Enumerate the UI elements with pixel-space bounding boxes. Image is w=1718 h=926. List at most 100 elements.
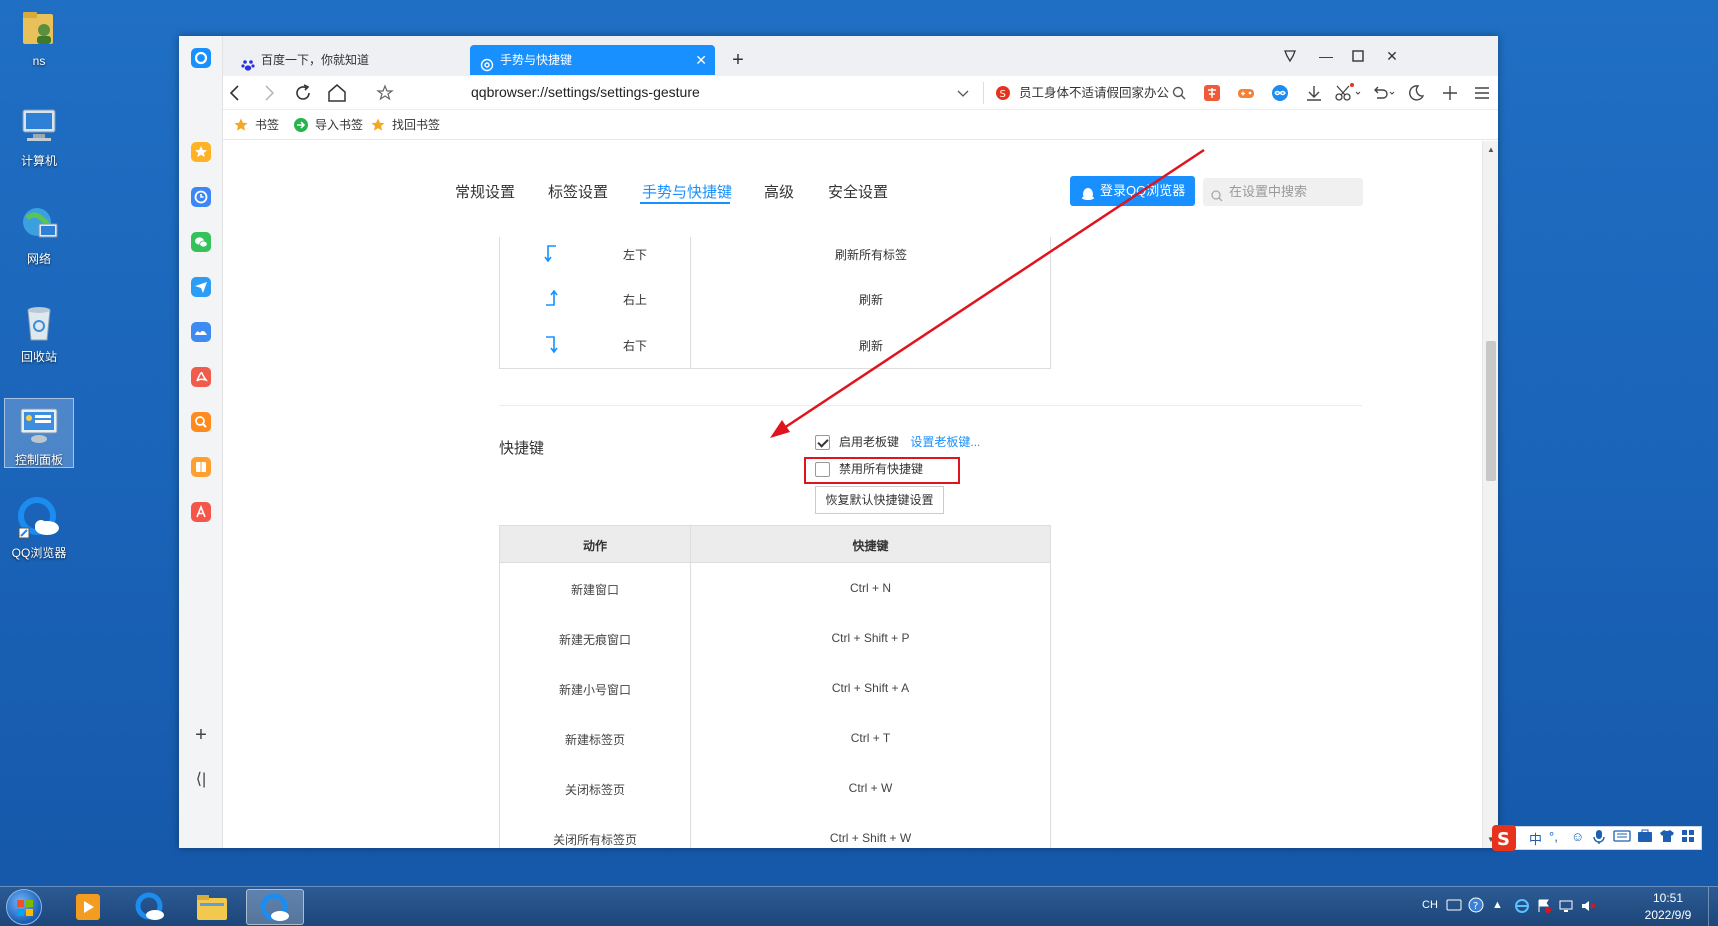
reader-book-icon[interactable]	[191, 457, 211, 477]
tab-advanced[interactable]: 高级	[764, 181, 794, 202]
tab-tab-settings[interactable]: 标签设置	[548, 181, 608, 202]
network-tray-icon[interactable]	[1558, 898, 1574, 917]
shortcut-key[interactable]: Ctrl + W	[691, 781, 1050, 795]
history-clock-icon[interactable]	[191, 187, 211, 207]
forward-arrow-icon[interactable]	[257, 81, 281, 105]
file-transfer-icon[interactable]	[191, 277, 211, 297]
close-window-icon[interactable]: ✕	[1377, 44, 1407, 68]
minimize-icon[interactable]: —	[1311, 44, 1341, 68]
boss-key-checkbox[interactable]	[815, 435, 830, 450]
show-desktop-button[interactable]	[1708, 887, 1718, 926]
menu-hamburger-icon[interactable]	[1471, 82, 1493, 104]
set-boss-key-link[interactable]: 设置老板键...	[910, 435, 980, 449]
add-plus-icon[interactable]	[1439, 82, 1461, 104]
toolbox-icon[interactable]	[1637, 829, 1653, 846]
tab-general-settings[interactable]: 常规设置	[455, 181, 515, 202]
add-app-plus-icon[interactable]: +	[192, 725, 210, 745]
game-controller-icon[interactable]	[1235, 82, 1257, 104]
ime-punctuation[interactable]: °,	[1549, 829, 1558, 844]
vertical-scrollbar[interactable]: ▲ ▼	[1482, 141, 1498, 848]
download-icon[interactable]	[1303, 82, 1325, 104]
start-button-windows-icon[interactable]	[6, 889, 42, 925]
login-qq-browser-button[interactable]: 登录QQ浏览器	[1070, 176, 1195, 206]
qq-browser-logo-icon[interactable]	[191, 48, 211, 68]
recycle-bin-icon	[17, 300, 61, 344]
search-tool-icon[interactable]	[191, 412, 211, 432]
boss-key-option[interactable]: 启用老板键 设置老板键...	[815, 432, 980, 452]
ime-mode-chinese[interactable]: 中	[1529, 829, 1542, 848]
grid-menu-icon[interactable]	[1681, 829, 1695, 846]
shortcut-key[interactable]: Ctrl + Shift + P	[691, 631, 1050, 645]
microphone-icon[interactable]	[1593, 829, 1605, 848]
volume-muted-icon[interactable]	[1580, 898, 1596, 917]
back-arrow-icon[interactable]	[223, 81, 247, 105]
desktop-icon-network[interactable]: 网络	[4, 202, 74, 267]
help-tray-icon[interactable]: ?	[1468, 897, 1484, 916]
table-row[interactable]: 新建标签页 Ctrl + T	[500, 731, 1050, 751]
skin-shirt-icon[interactable]	[1659, 829, 1675, 846]
screenshot-scissors-icon[interactable]	[1333, 82, 1363, 104]
table-row[interactable]: 新建窗口 Ctrl + N	[500, 581, 1050, 601]
flag-tray-icon[interactable]	[1536, 898, 1552, 917]
shortcut-key[interactable]: Ctrl + Shift + A	[691, 681, 1050, 695]
table-row[interactable]: 新建无痕窗口 Ctrl + Shift + P	[500, 631, 1050, 651]
sogou-ime-icon[interactable]: S	[1491, 823, 1517, 853]
bookmark-item-recover[interactable]: 找回书签	[370, 116, 440, 134]
bookmark-star-icon[interactable]	[373, 81, 397, 105]
ime-toolbar[interactable]: S 中 °, ☺	[1492, 825, 1702, 851]
tab-gesture-settings[interactable]: 手势与快捷键 ✕	[470, 45, 715, 75]
shortcut-key[interactable]: Ctrl + N	[691, 581, 1050, 595]
home-icon[interactable]	[325, 81, 349, 105]
desktop-icon-qq-browser[interactable]: QQ浏览器	[4, 496, 74, 561]
pdf-icon[interactable]	[191, 367, 211, 387]
keyboard-tray-icon[interactable]	[1446, 899, 1462, 914]
tab-gesture-shortcuts[interactable]: 手势与快捷键	[642, 181, 732, 202]
network-globe-icon	[17, 202, 61, 246]
table-row[interactable]: 关闭所有标签页 Ctrl + Shift + W	[500, 831, 1050, 848]
system-clock[interactable]: 10:51 2022/9/9	[1628, 890, 1708, 924]
cloud-drive-icon[interactable]	[191, 322, 211, 342]
show-hidden-icons-chevron-icon[interactable]: ▲	[1492, 899, 1503, 911]
refresh-icon[interactable]	[291, 81, 315, 105]
shortcut-key[interactable]: Ctrl + Shift + W	[691, 831, 1050, 845]
close-tab-icon[interactable]: ✕	[695, 45, 707, 75]
qq-browser-taskbar-icon[interactable]	[122, 889, 178, 925]
maximize-icon[interactable]	[1343, 44, 1373, 68]
desktop-icon-recycle-bin[interactable]: 回收站	[4, 300, 74, 365]
bookmark-item-bookmarks[interactable]: 书签	[233, 116, 279, 134]
undo-close-icon[interactable]	[1369, 82, 1399, 104]
scrollbar-thumb[interactable]	[1486, 341, 1496, 481]
collapse-sidebar-icon[interactable]: ⟨|	[192, 771, 210, 789]
bookmark-item-import[interactable]: 导入书签	[293, 116, 363, 134]
desktop-icon-ns[interactable]: ns	[4, 6, 74, 68]
table-row[interactable]: 关闭标签页 Ctrl + W	[500, 781, 1050, 801]
favorites-star-icon[interactable]	[191, 142, 211, 162]
infinity-icon[interactable]	[1269, 82, 1291, 104]
translate-icon[interactable]	[191, 502, 211, 522]
language-indicator[interactable]: CH	[1422, 899, 1438, 911]
settings-search-input[interactable]: 在设置中搜索	[1203, 178, 1363, 206]
media-player-icon[interactable]	[60, 889, 116, 925]
qq-browser-active-taskbar-icon[interactable]	[246, 889, 304, 925]
address-bar-input[interactable]: qqbrowser://settings/settings-gesture	[471, 84, 700, 100]
desktop-icon-computer[interactable]: 计算机	[4, 104, 74, 169]
ie-tray-icon[interactable]	[1514, 898, 1530, 917]
restore-default-shortcuts-button[interactable]: 恢复默认快捷键设置	[815, 486, 944, 514]
emoji-icon[interactable]: ☺	[1571, 829, 1584, 844]
chevron-down-icon[interactable]	[955, 84, 971, 102]
top-search-box[interactable]: S 员工身体不适请假回家办公	[993, 82, 1183, 104]
file-explorer-icon[interactable]	[184, 889, 240, 925]
shortcut-key[interactable]: Ctrl + T	[691, 731, 1050, 745]
new-tab-button[interactable]: +	[723, 45, 753, 75]
wechat-icon[interactable]	[191, 232, 211, 252]
translate-icon[interactable]	[1201, 82, 1223, 104]
night-mode-moon-icon[interactable]	[1405, 82, 1427, 104]
tab-baidu[interactable]: 百度一下，你就知道	[231, 45, 465, 75]
tab-security-settings[interactable]: 安全设置	[828, 181, 888, 202]
scroll-up-arrow-icon[interactable]: ▲	[1487, 145, 1495, 154]
pin-window-icon[interactable]	[1275, 44, 1305, 68]
keyboard-icon[interactable]	[1613, 829, 1631, 846]
search-icon[interactable]	[1168, 82, 1190, 104]
desktop-icon-control-panel[interactable]: 控制面板	[4, 398, 74, 468]
table-row[interactable]: 新建小号窗口 Ctrl + Shift + A	[500, 681, 1050, 701]
